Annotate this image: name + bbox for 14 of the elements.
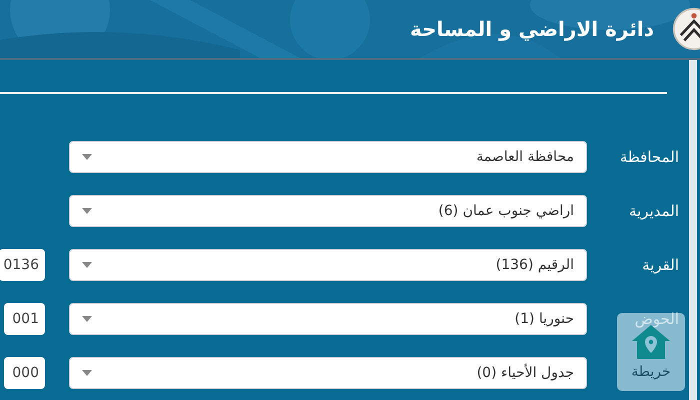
dropdown[interactable]: حنوريا (1)	[69, 303, 587, 335]
site-title: دائرة الاراضي و المساحة	[410, 17, 654, 41]
code-field[interactable]: 0136	[0, 249, 45, 281]
field-label: المحافظة	[620, 148, 679, 166]
dropdown[interactable]: اراضي جنوب عمان (6)	[69, 195, 587, 227]
dropdown[interactable]: الرقيم (136)	[69, 249, 587, 281]
field-label: القرية	[642, 256, 679, 274]
code-field[interactable]: 000	[4, 357, 45, 389]
field-label: الحوض	[634, 310, 679, 328]
dropdown[interactable]: جدول الأحياء (0)	[69, 357, 587, 389]
dropdown[interactable]: محافظة العاصمة	[69, 141, 587, 173]
scrollbar[interactable]	[689, 60, 697, 400]
field-label: المديرية	[629, 202, 679, 220]
code-field[interactable]: 001	[4, 303, 45, 335]
